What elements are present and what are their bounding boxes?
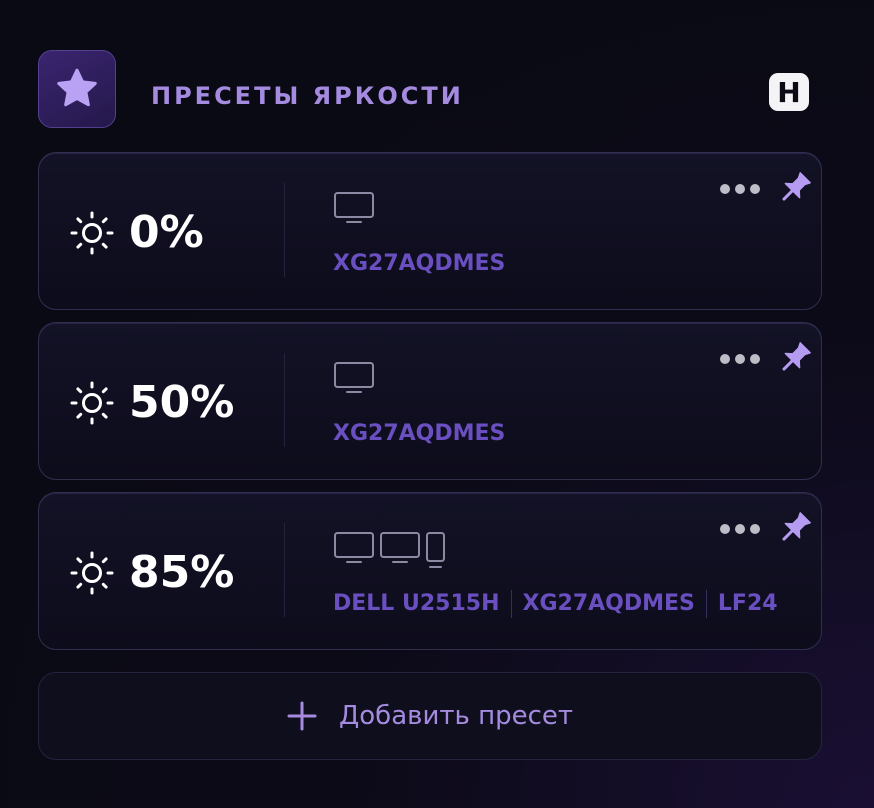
pin-icon[interactable] xyxy=(774,170,814,208)
sun-icon xyxy=(70,551,114,595)
add-preset-button[interactable]: Добавить пресет xyxy=(38,672,822,760)
monitor-icons xyxy=(333,531,447,571)
brightness-value: 0% xyxy=(129,207,204,258)
presets-header: ПРЕСЕТЫ ЯРКОСТИ H xyxy=(38,50,820,128)
monitor-names: XG27AQDMES xyxy=(333,249,505,279)
plus-icon xyxy=(287,701,317,731)
name-separator xyxy=(705,590,707,618)
star-icon xyxy=(57,68,97,107)
svg-text:H: H xyxy=(777,76,800,109)
monitor-names: XG27AQDMES xyxy=(333,419,505,449)
pin-icon[interactable] xyxy=(774,340,814,378)
card-divider xyxy=(284,183,285,277)
more-options-icon[interactable] xyxy=(719,351,761,367)
monitor-icon xyxy=(334,362,374,393)
monitor-name: LF24 xyxy=(717,591,778,616)
brightness-value: 85% xyxy=(129,547,235,598)
sun-icon xyxy=(70,381,114,425)
preset-card[interactable]: 85% DELL U2515H XG27AQDMES LF24 xyxy=(38,492,822,650)
portrait-monitor-icon xyxy=(426,532,445,568)
monitor-icon xyxy=(334,532,374,563)
card-divider xyxy=(284,353,285,447)
pin-icon[interactable] xyxy=(774,510,814,548)
name-separator xyxy=(510,590,512,618)
more-options-icon[interactable] xyxy=(719,521,761,537)
add-preset-label: Добавить пресет xyxy=(338,701,574,731)
monitor-name: XG27AQDMES xyxy=(333,251,506,276)
card-divider xyxy=(284,523,285,617)
monitor-icon xyxy=(380,532,420,563)
monitor-name: XG27AQDMES xyxy=(522,591,695,616)
preset-card[interactable]: 0% XG27AQDMES xyxy=(38,152,822,310)
monitor-icons xyxy=(333,361,375,401)
preset-card[interactable]: 50% XG27AQDMES xyxy=(38,322,822,480)
monitor-icons xyxy=(333,191,375,231)
monitor-names: DELL U2515H XG27AQDMES LF24 xyxy=(333,589,778,619)
monitor-icon xyxy=(334,192,374,223)
header-badge xyxy=(38,50,116,128)
more-options-icon[interactable] xyxy=(719,181,761,197)
page-title: ПРЕСЕТЫ ЯРКОСТИ xyxy=(151,82,464,110)
monitor-name: DELL U2515H xyxy=(333,591,500,616)
sun-icon xyxy=(70,211,114,255)
brightness-value: 50% xyxy=(129,377,235,428)
letter-h-icon[interactable]: H xyxy=(768,72,810,112)
monitor-name: XG27AQDMES xyxy=(333,421,506,446)
